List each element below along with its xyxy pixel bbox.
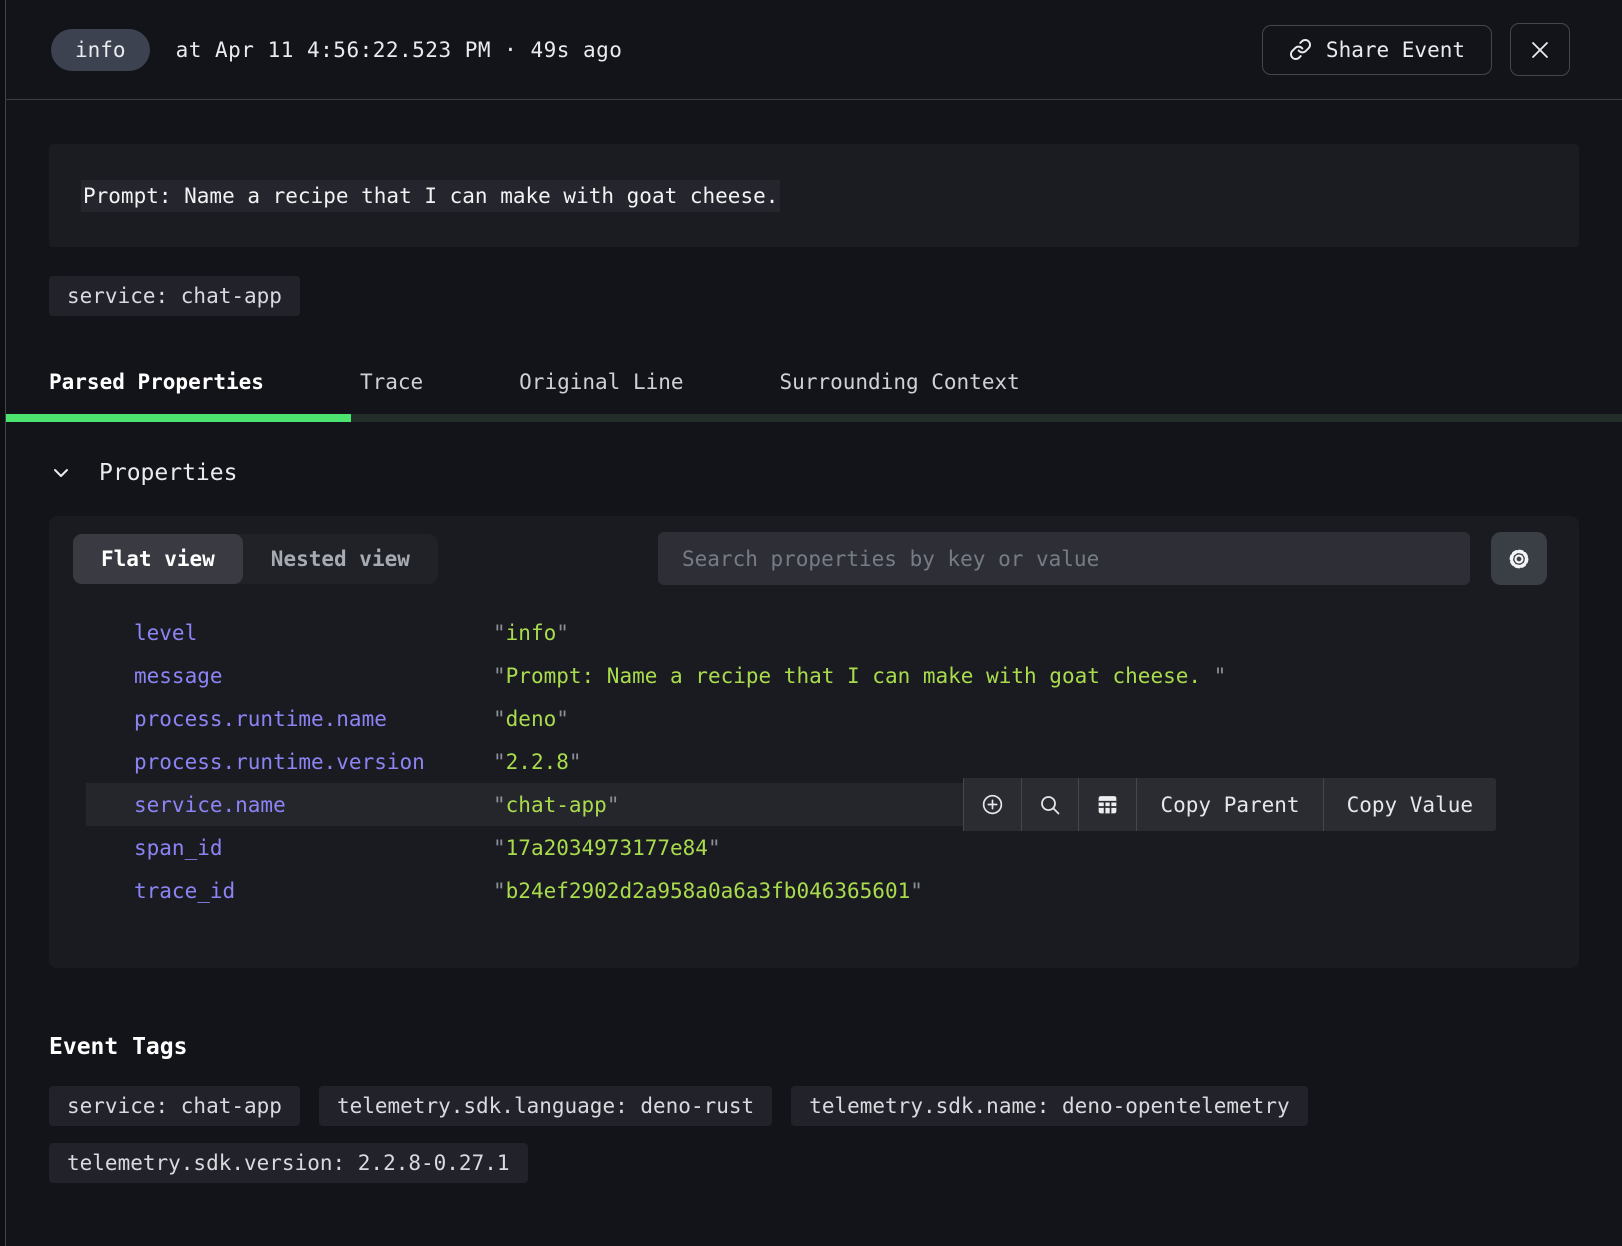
chevron-down-icon	[49, 461, 73, 485]
event-tags-title: Event Tags	[49, 1034, 1579, 1060]
table-row-highlighted[interactable]: service.name chat-app	[86, 783, 1496, 826]
table-row[interactable]: process.runtime.name deno	[86, 697, 1496, 740]
message-preview-box: Prompt: Name a recipe that I can make wi…	[49, 144, 1579, 247]
search-input[interactable]	[658, 532, 1470, 585]
search-value-button[interactable]	[1021, 778, 1078, 831]
add-column-button[interactable]	[1078, 778, 1136, 831]
property-key: process.runtime.version	[134, 750, 479, 774]
share-event-button[interactable]: Share Event	[1262, 25, 1492, 75]
gear-icon	[1506, 546, 1532, 572]
event-details-panel: info at Apr 11 4:56:22.523 PM · 49s ago …	[5, 0, 1622, 1246]
property-key: level	[134, 621, 479, 645]
tab-trace[interactable]: Trace	[360, 370, 423, 396]
properties-panel: Flat view Nested view level info message	[49, 516, 1579, 968]
properties-section-header[interactable]: Properties	[6, 460, 1622, 486]
plus-circle-icon	[980, 792, 1005, 817]
close-icon	[1528, 38, 1552, 62]
level-badge: info	[51, 29, 150, 71]
property-value: 17a2034973177e84	[493, 836, 721, 860]
properties-toolbar: Flat view Nested view	[49, 516, 1579, 599]
link-icon	[1289, 38, 1312, 61]
property-key: span_id	[134, 836, 479, 860]
property-value: 2.2.8	[493, 750, 582, 774]
table-row[interactable]: message Prompt: Name a recipe that I can…	[86, 654, 1496, 697]
property-key: process.runtime.name	[134, 707, 479, 731]
add-filter-button[interactable]	[963, 778, 1021, 831]
table-row[interactable]: level info	[86, 611, 1496, 654]
table-row[interactable]: process.runtime.version 2.2.8	[86, 740, 1496, 783]
property-value: deno	[493, 707, 569, 731]
event-tag-chip[interactable]: telemetry.sdk.version: 2.2.8-0.27.1	[49, 1143, 528, 1183]
table-icon	[1095, 792, 1120, 817]
detail-tabs: Parsed Properties Trace Original Line Su…	[6, 370, 1622, 396]
tab-original-line[interactable]: Original Line	[519, 370, 683, 396]
property-value: info	[493, 621, 569, 645]
event-header: info at Apr 11 4:56:22.523 PM · 49s ago …	[6, 0, 1622, 100]
property-key: service.name	[134, 793, 479, 817]
property-key: trace_id	[134, 879, 479, 903]
flat-view-button[interactable]: Flat view	[73, 534, 243, 584]
settings-button[interactable]	[1491, 532, 1547, 585]
event-tag-chip[interactable]: telemetry.sdk.language: deno-rust	[319, 1086, 772, 1126]
property-value: Prompt: Name a recipe that I can make wi…	[493, 664, 1226, 688]
tab-surrounding-context[interactable]: Surrounding Context	[780, 370, 1020, 396]
nested-view-button[interactable]: Nested view	[243, 534, 438, 584]
view-toggle: Flat view Nested view	[73, 534, 438, 584]
properties-table: level info message Prompt: Name a recipe…	[49, 611, 1579, 912]
property-value: chat-app	[493, 793, 619, 817]
property-key: message	[134, 664, 479, 688]
table-row[interactable]: span_id 17a2034973177e84	[86, 826, 1496, 869]
event-tags-list: service: chat-app telemetry.sdk.language…	[49, 1086, 1529, 1183]
property-value: b24ef2902d2a958a0a6a3fb046365601	[493, 879, 923, 903]
properties-section-title: Properties	[99, 460, 237, 486]
event-tag-chip[interactable]: service: chat-app	[49, 1086, 300, 1126]
active-tab-indicator	[6, 414, 351, 422]
row-actions-toolbar: Copy Parent Copy Value	[963, 778, 1496, 831]
table-row[interactable]: trace_id b24ef2902d2a958a0a6a3fb04636560…	[86, 869, 1496, 912]
tab-parsed-properties[interactable]: Parsed Properties	[49, 370, 264, 396]
event-tags-section: Event Tags service: chat-app telemetry.s…	[6, 1034, 1622, 1183]
message-preview-text: Prompt: Name a recipe that I can make wi…	[81, 180, 780, 212]
event-timestamp: at Apr 11 4:56:22.523 PM · 49s ago	[176, 38, 623, 62]
copy-parent-button[interactable]: Copy Parent	[1136, 778, 1322, 831]
close-button[interactable]	[1510, 23, 1570, 76]
search-icon	[1038, 793, 1062, 817]
tab-underline-track	[6, 414, 1622, 422]
copy-value-button[interactable]: Copy Value	[1323, 778, 1496, 831]
service-chip[interactable]: service: chat-app	[49, 276, 300, 316]
share-event-label: Share Event	[1326, 38, 1465, 62]
event-tag-chip[interactable]: telemetry.sdk.name: deno-opentelemetry	[791, 1086, 1307, 1126]
